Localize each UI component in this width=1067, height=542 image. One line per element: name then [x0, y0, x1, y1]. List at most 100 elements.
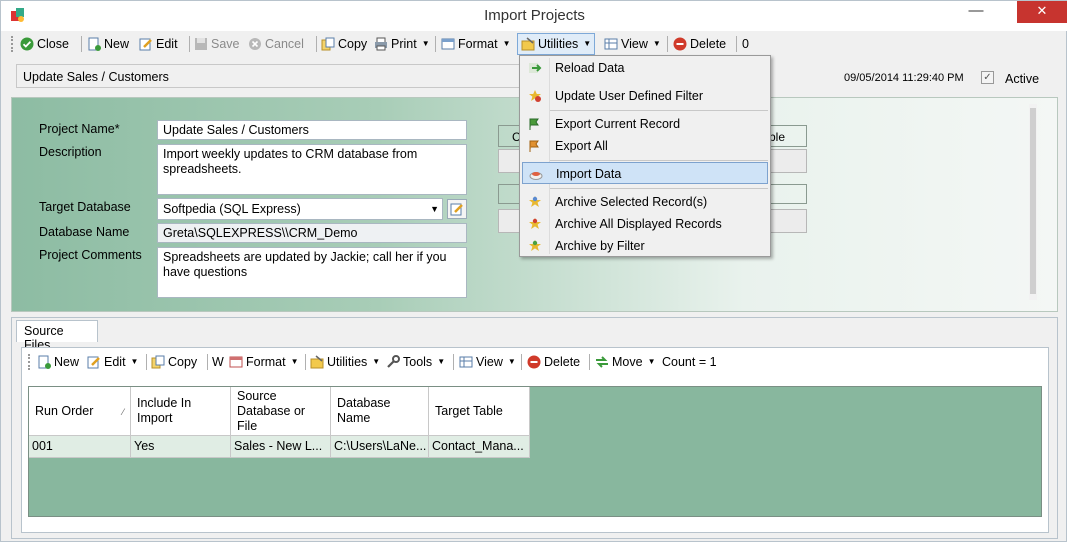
project-comments-label: Project Comments — [39, 248, 142, 262]
sub-new-label: New — [54, 355, 80, 369]
menu-item-archive-filter[interactable]: Archive by Filter — [522, 235, 768, 257]
close-window-button[interactable]: ✕ — [1017, 1, 1067, 23]
database-lookup-button[interactable] — [447, 199, 467, 219]
hidden-button[interactable] — [769, 149, 807, 173]
sort-icon: ⁄ — [122, 407, 124, 417]
format-label: Format — [458, 37, 498, 51]
table-cell[interactable]: Yes — [131, 436, 231, 458]
sub-format-label: Format — [246, 355, 286, 369]
save-disk-icon — [195, 38, 207, 50]
menu-item-label: Reload Data — [555, 61, 625, 75]
sub-utilities-label: Utilities — [327, 355, 368, 369]
chevron-down-icon: ▼ — [507, 357, 516, 366]
view-button[interactable]: View ▼ — [601, 34, 664, 54]
utilities-folder-icon — [310, 355, 324, 369]
archive-star-icon — [529, 218, 541, 229]
project-comments-field[interactable]: Spreadsheets are updated by Jackie; call… — [157, 247, 467, 298]
description-field[interactable]: Import weekly updates to CRM database fr… — [157, 144, 467, 195]
copy-icon — [151, 355, 165, 369]
sub-tools-button[interactable]: Tools ▼ — [383, 352, 448, 372]
menu-item-export-current[interactable]: Export Current Record — [522, 113, 768, 135]
column-header-run-order[interactable]: Run Order ⁄ — [29, 387, 131, 436]
hidden-button[interactable] — [769, 209, 807, 233]
chevron-down-icon: ▼ — [372, 357, 381, 366]
utilities-folder-icon — [521, 37, 535, 51]
main-toolbar: Close New Edit Save Cancel Copy Print ▼ — [9, 32, 1059, 56]
export-flag-icon — [529, 118, 539, 130]
record-count: 0 — [742, 37, 749, 51]
format-button[interactable]: Format ▼ — [438, 34, 514, 54]
menu-item-label: Export Current Record — [555, 117, 681, 131]
menu-separator — [550, 160, 768, 161]
source-files-count: Count = 1 — [662, 355, 717, 369]
import-projects-window: Import Projects — ☐ ✕ Close New Edit Sav… — [0, 0, 1067, 542]
move-arrows-icon — [596, 356, 608, 368]
active-checkbox[interactable]: ✓ — [981, 71, 994, 84]
record-timestamp: 09/05/2014 11:29:40 PM — [844, 72, 964, 84]
filter-star-icon — [529, 90, 541, 102]
menu-item-update-filter[interactable]: Update User Defined Filter — [522, 85, 768, 107]
menu-item-archive-selected[interactable]: Archive Selected Record(s) — [522, 191, 768, 213]
menu-item-import-data[interactable]: Import Data — [522, 162, 768, 184]
minimize-button[interactable]: — — [953, 1, 999, 23]
hidden-fragment-right: ble — [769, 130, 786, 144]
delete-label: Delete — [690, 37, 727, 51]
edit-button[interactable]: Edit — [136, 34, 181, 54]
sub-format-button[interactable]: Format ▼ — [226, 352, 302, 372]
format-icon — [229, 356, 243, 368]
table-cell[interactable]: 001 — [29, 436, 131, 458]
database-name-field: Greta\SQLEXPRESS\\CRM_Demo — [157, 223, 467, 243]
utilities-menu: Reload Data Update User Defined Filter E… — [519, 55, 771, 257]
sub-copy-label: Copy — [168, 355, 198, 369]
table-cell[interactable]: C:\Users\LaNe... — [331, 436, 429, 458]
database-name-label: Database Name — [39, 225, 130, 239]
view-label: View — [621, 37, 648, 51]
column-header-database-name[interactable]: Database Name — [331, 387, 429, 436]
menu-item-label: Update User Defined Filter — [555, 89, 703, 103]
copy-label: Copy — [338, 37, 368, 51]
toolbar-separator — [81, 36, 82, 52]
sub-utilities-button[interactable]: Utilities ▼ — [307, 352, 383, 372]
wrench-icon — [387, 355, 400, 368]
copy-button[interactable]: Copy — [318, 34, 370, 54]
menu-item-archive-all[interactable]: Archive All Displayed Records — [522, 213, 768, 235]
table-cell[interactable]: Sales - New L... — [231, 436, 331, 458]
sub-new-button[interactable]: New — [34, 352, 82, 372]
sub-edit-button[interactable]: Edit ▼ — [84, 352, 141, 372]
toolbar-grip[interactable] — [11, 36, 13, 52]
chevron-down-icon: ▼ — [130, 357, 139, 366]
sub-view-button[interactable]: View ▼ — [456, 352, 519, 372]
toolbar-separator — [667, 36, 668, 52]
toolbar-separator — [453, 354, 454, 370]
tab-source-files[interactable]: Source Files — [16, 320, 98, 352]
table-cell[interactable]: Contact_Mana... — [429, 436, 530, 458]
toolbar-grip[interactable] — [28, 354, 30, 370]
column-header-source[interactable]: Source Database or File — [231, 387, 331, 436]
sub-move-button[interactable]: Move ▼ — [592, 352, 659, 372]
menu-item-reload-data[interactable]: Reload Data — [522, 57, 768, 79]
detail-scrollbar[interactable] — [1029, 104, 1037, 300]
project-name-field[interactable]: Update Sales / Customers — [157, 120, 467, 140]
menu-item-export-all[interactable]: Export All — [522, 135, 768, 157]
new-button[interactable]: New — [84, 34, 132, 54]
project-name-label: Project Name* — [39, 122, 120, 136]
menu-item-label: Export All — [555, 139, 608, 153]
utilities-button[interactable]: Utilities ▼ — [517, 33, 596, 55]
chevron-down-icon: ▼ — [290, 357, 299, 366]
sub-delete-button[interactable]: Delete — [524, 352, 583, 372]
sub-w-button[interactable]: W — [209, 352, 227, 372]
archive-star-icon — [529, 240, 541, 251]
cancel-button[interactable]: Cancel — [245, 34, 307, 54]
column-header-include[interactable]: Include In Import — [131, 387, 231, 436]
column-header-target-table[interactable]: Target Table — [429, 387, 530, 436]
scrollbar-thumb[interactable] — [1030, 108, 1036, 294]
save-button[interactable]: Save — [191, 34, 243, 54]
target-database-select[interactable]: Softpedia (SQL Express) ▼ — [157, 198, 443, 220]
sub-delete-label: Delete — [544, 355, 581, 369]
toolbar-separator — [189, 36, 190, 52]
print-button[interactable]: Print ▼ — [371, 34, 433, 54]
sub-copy-button[interactable]: Copy — [148, 352, 200, 372]
close-button[interactable]: Close — [17, 34, 72, 54]
view-icon — [604, 38, 618, 50]
delete-button[interactable]: Delete — [670, 34, 729, 54]
